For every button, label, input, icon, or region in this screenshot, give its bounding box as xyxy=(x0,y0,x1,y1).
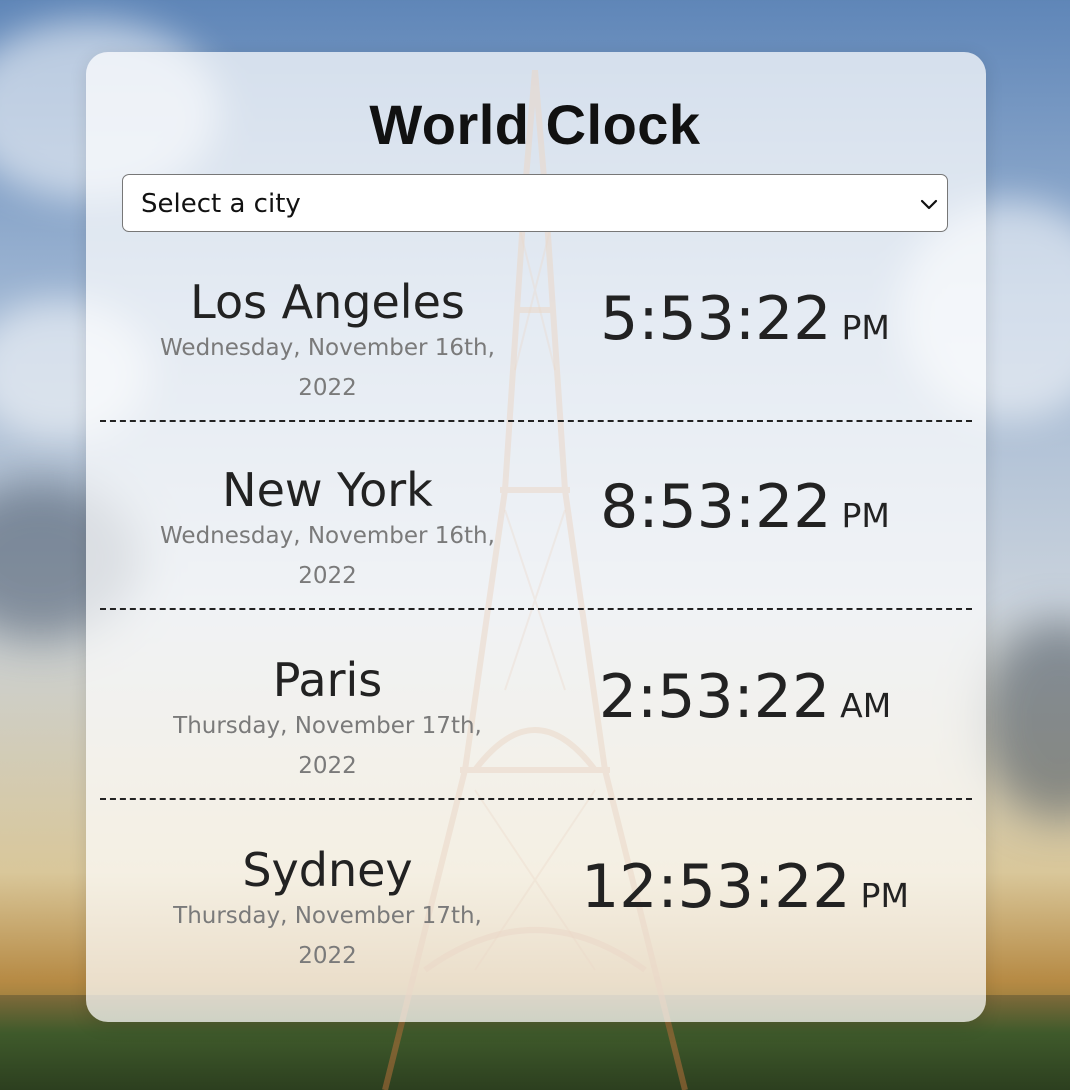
city-row-los-angeles: Los Angeles Wednesday, November 16th, 20… xyxy=(100,234,972,422)
city-row-paris: Paris Thursday, November 17th, 2022 2:53… xyxy=(100,612,972,800)
city-name: Los Angeles xyxy=(190,275,465,329)
city-date: Thursday, November 17th, 2022 xyxy=(173,903,482,969)
city-date: Wednesday, November 16th, 2022 xyxy=(160,523,495,589)
row-divider xyxy=(100,608,972,610)
city-time: 8:53:22 xyxy=(600,472,832,542)
city-select[interactable]: Select a city xyxy=(122,174,948,232)
city-time: 2:53:22 xyxy=(598,662,831,732)
city-row-sydney: Sydney Thursday, November 17th, 2022 12:… xyxy=(100,802,972,990)
page-title: World Clock xyxy=(369,93,701,156)
city-name: Sydney xyxy=(242,843,413,897)
city-time-ampm: AM xyxy=(840,686,892,725)
city-time-ampm: PM xyxy=(860,876,909,915)
city-time: 12:53:22 xyxy=(581,852,851,922)
city-time: 5:53:22 xyxy=(600,284,832,354)
city-time-ampm: PM xyxy=(841,308,890,347)
row-divider xyxy=(100,798,972,800)
city-time-ampm: PM xyxy=(841,496,890,535)
city-name: New York xyxy=(222,463,433,517)
city-name: Paris xyxy=(272,653,383,707)
chevron-down-icon xyxy=(920,199,938,210)
city-date: Thursday, November 17th, 2022 xyxy=(173,713,482,779)
city-select-value: Select a city xyxy=(141,189,301,219)
city-date: Wednesday, November 16th, 2022 xyxy=(160,335,495,401)
city-row-new-york: New York Wednesday, November 16th, 2022 … xyxy=(100,422,972,610)
